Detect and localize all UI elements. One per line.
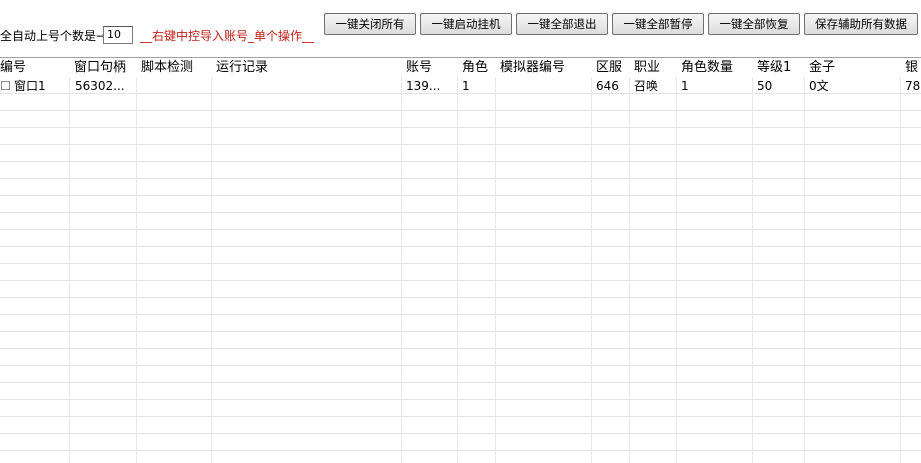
column-divider	[211, 58, 212, 463]
account-grid[interactable]: 编号 窗口句柄 脚本检测 运行记录 账号 角色 模拟器编号 区服 职业 角色数量…	[0, 57, 921, 463]
col-header-level[interactable]: 等级1	[757, 59, 791, 76]
col-header-run-log[interactable]: 运行记录	[216, 59, 268, 76]
pause-all-button[interactable]: 一键全部暂停	[612, 13, 704, 35]
col-header-emulator-id[interactable]: 模拟器编号	[500, 59, 565, 76]
cell-window-name: 窗口1	[14, 79, 46, 93]
cell-account: 139...	[406, 79, 441, 93]
auto-login-count-input[interactable]: 10	[103, 26, 133, 44]
cell-role-count: 1	[681, 79, 689, 93]
col-header-role[interactable]: 角色	[462, 59, 488, 76]
grid-header: 编号 窗口句柄 脚本检测 运行记录 账号 角色 模拟器编号 区服 职业 角色数量…	[0, 58, 921, 77]
column-divider	[401, 58, 402, 463]
cell-silver: 78	[905, 79, 921, 93]
grid-row-lines	[0, 58, 921, 463]
col-header-class[interactable]: 职业	[634, 59, 660, 76]
col-header-window-handle[interactable]: 窗口句柄	[74, 59, 126, 76]
cell-window-handle: 56302...	[75, 79, 125, 93]
exit-all-button[interactable]: 一键全部退出	[516, 13, 608, 35]
column-divider	[804, 58, 805, 463]
close-all-button[interactable]: 一键关闭所有	[324, 13, 416, 35]
cell-role: 1	[462, 79, 470, 93]
col-header-account[interactable]: 账号	[406, 59, 432, 76]
col-header-id[interactable]: 编号	[0, 59, 26, 76]
auto-login-count-label: 全自动上号个数是→	[0, 29, 107, 43]
column-divider	[676, 58, 677, 463]
column-divider	[69, 58, 70, 463]
resume-all-button[interactable]: 一键全部恢复	[708, 13, 800, 35]
column-divider	[591, 58, 592, 463]
col-header-role-count[interactable]: 角色数量	[681, 59, 733, 76]
cell-server: 646	[596, 79, 619, 93]
column-divider	[136, 58, 137, 463]
col-header-script-check[interactable]: 脚本检测	[141, 59, 193, 76]
cell-class: 召唤	[634, 79, 659, 93]
column-divider	[457, 58, 458, 463]
app-window: 全自动上号个数是→ 10 __右键中控导入账号_单个操作__ 一键关闭所有 一键…	[0, 0, 921, 463]
column-divider	[495, 58, 496, 463]
toolbar: 全自动上号个数是→ 10 __右键中控导入账号_单个操作__ 一键关闭所有 一键…	[0, 0, 921, 56]
col-header-server[interactable]: 区服	[596, 59, 622, 76]
import-hint-text: __右键中控导入账号_单个操作__	[140, 29, 315, 43]
save-all-data-button[interactable]: 保存辅助所有数据	[804, 13, 918, 35]
col-header-silver[interactable]: 银	[905, 59, 918, 76]
cell-gold: 0文	[809, 79, 829, 93]
start-all-button[interactable]: 一键启动挂机	[420, 13, 512, 35]
cell-level: 50	[757, 79, 773, 93]
table-row[interactable]: 窗口1 56302... 139... 1 646 召唤 1 50 0文 78	[0, 78, 921, 94]
column-divider	[900, 58, 901, 463]
row-checkbox[interactable]	[1, 81, 10, 90]
column-divider	[752, 58, 753, 463]
column-divider	[629, 58, 630, 463]
col-header-gold[interactable]: 金子	[809, 59, 835, 76]
